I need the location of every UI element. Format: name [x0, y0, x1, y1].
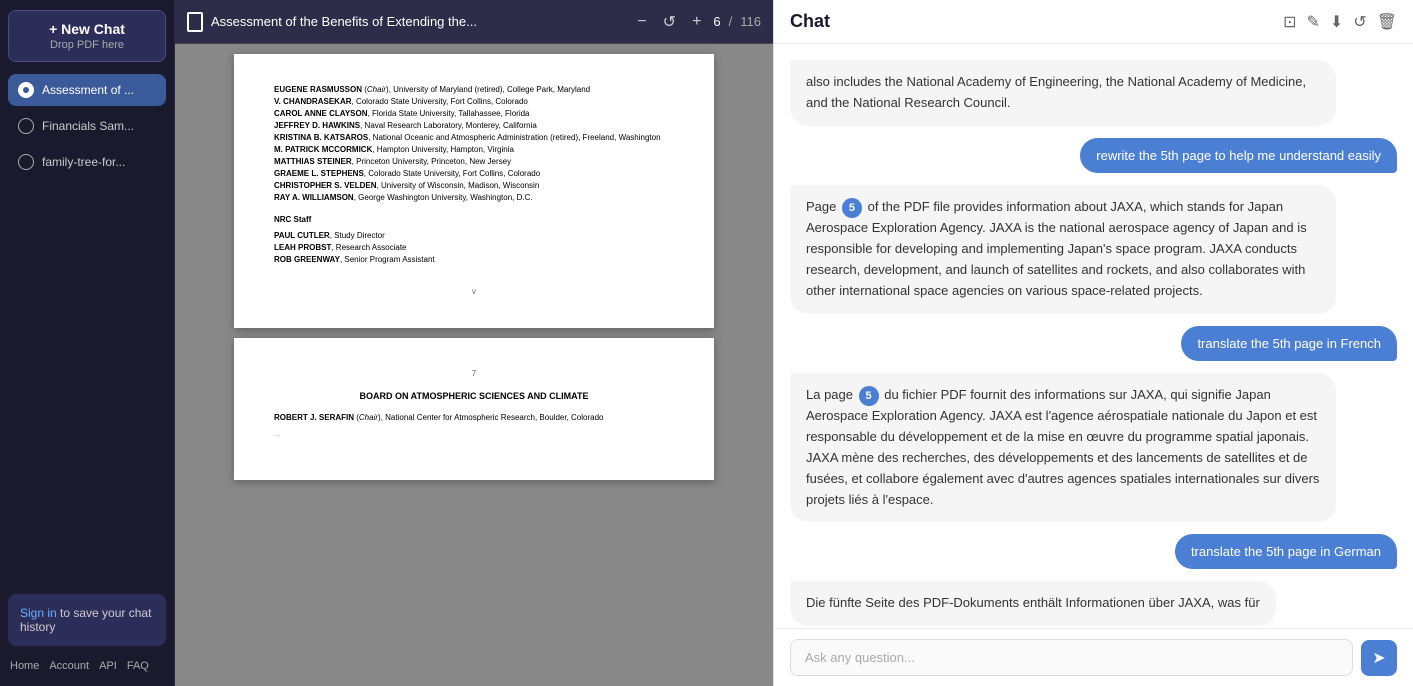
- external-link-icon[interactable]: ⊡: [1283, 12, 1296, 32]
- pdf-toolbar: Assessment of the Benefits of Extending …: [175, 0, 773, 44]
- pdf-content[interactable]: EUGENE RASMUSSON (Chair), University of …: [175, 44, 773, 686]
- dot-icon: [18, 82, 34, 98]
- page-footer-6: v: [274, 286, 674, 298]
- chat-list: Assessment of ... Financials Sam... family…: [8, 74, 166, 182]
- footer-account[interactable]: Account: [49, 660, 89, 672]
- page-badge-1: 5: [842, 198, 862, 218]
- page-separator: /: [729, 14, 733, 29]
- reset-button[interactable]: ↺: [659, 10, 680, 34]
- pdf-area: Assessment of the Benefits of Extending …: [175, 0, 773, 686]
- pdf-page-7: 7 BOARD ON ATMOSPHERIC SCIENCES AND CLIM…: [234, 338, 714, 480]
- refresh-icon[interactable]: ↺: [1353, 12, 1366, 32]
- zoom-in-button[interactable]: +: [688, 11, 705, 33]
- board-members: ROBERT J. SERAFIN (Chair), National Cent…: [274, 412, 674, 440]
- committee-members: EUGENE RASMUSSON (Chair), University of …: [274, 84, 674, 204]
- new-chat-button[interactable]: + New Chat Drop PDF here: [8, 10, 166, 62]
- footer-api[interactable]: API: [99, 660, 117, 672]
- board-title: BOARD ON ATMOSPHERIC SCIENCES AND CLIMAT…: [274, 390, 674, 404]
- footer-faq[interactable]: FAQ: [127, 660, 149, 672]
- chat-area: Chat ⊡ ✎ ⬇ ↺ 🗑 also includes the Nationa…: [773, 0, 1413, 686]
- footer-home[interactable]: Home: [10, 660, 39, 672]
- sidebar-item-label: Assessment of ...: [42, 83, 134, 97]
- sidebar: + New Chat Drop PDF here Assessment of .…: [0, 0, 175, 686]
- nrc-staff-section: NRC Staff PAUL CUTLER, Study Director LE…: [274, 214, 674, 266]
- user-message-2: translate the 5th page in French: [1181, 326, 1397, 361]
- dot-icon: [18, 154, 34, 170]
- dot-icon: [18, 118, 34, 134]
- chat-input[interactable]: [790, 639, 1353, 676]
- ai-message-1: Page 5 of the PDF file provides informat…: [790, 185, 1336, 314]
- page-7-label: 7: [274, 368, 674, 380]
- context-message: also includes the National Academy of En…: [790, 60, 1336, 126]
- sign-in-link[interactable]: Sign in: [20, 606, 57, 620]
- sidebar-item-label: family-tree-for...: [42, 155, 125, 169]
- pdf-page-6: EUGENE RASMUSSON (Chair), University of …: [234, 54, 714, 328]
- ai-message-3-partial: Die fünfte Seite des PDF-Dokuments enthä…: [790, 581, 1276, 626]
- document-icon: [187, 12, 203, 32]
- sidebar-item-label: Financials Sam...: [42, 119, 134, 133]
- chat-input-area: ➤: [774, 628, 1413, 686]
- pdf-title: Assessment of the Benefits of Extending …: [211, 14, 625, 29]
- user-message-3: translate the 5th page in German: [1175, 534, 1397, 569]
- drop-pdf-label: Drop PDF here: [19, 39, 155, 51]
- sidebar-footer: Home Account API FAQ: [8, 656, 166, 676]
- send-button[interactable]: ➤: [1361, 640, 1397, 676]
- zoom-out-button[interactable]: −: [633, 11, 650, 33]
- edit-icon[interactable]: ✎: [1306, 12, 1319, 32]
- chat-header: Chat ⊡ ✎ ⬇ ↺ 🗑: [774, 0, 1413, 44]
- chat-title: Chat: [790, 11, 830, 32]
- sidebar-item-family-tree[interactable]: family-tree-for...: [8, 146, 166, 178]
- chat-messages: also includes the National Academy of En…: [774, 44, 1413, 628]
- sidebar-item-financials[interactable]: Financials Sam...: [8, 110, 166, 142]
- current-page: 6: [713, 14, 720, 29]
- trash-icon[interactable]: 🗑: [1377, 12, 1397, 32]
- page-badge-2: 5: [859, 386, 879, 406]
- ai-message-2: La page 5 du fichier PDF fournit des inf…: [790, 373, 1336, 523]
- new-chat-label: + New Chat: [19, 21, 155, 37]
- sign-in-box: Sign in to save your chat history: [8, 594, 166, 646]
- chat-header-icons: ⊡ ✎ ⬇ ↺ 🗑: [1283, 12, 1397, 32]
- sidebar-item-assessment[interactable]: Assessment of ...: [8, 74, 166, 106]
- user-message-1: rewrite the 5th page to help me understa…: [1080, 138, 1397, 173]
- download-icon[interactable]: ⬇: [1330, 12, 1343, 32]
- total-pages: 116: [740, 14, 761, 29]
